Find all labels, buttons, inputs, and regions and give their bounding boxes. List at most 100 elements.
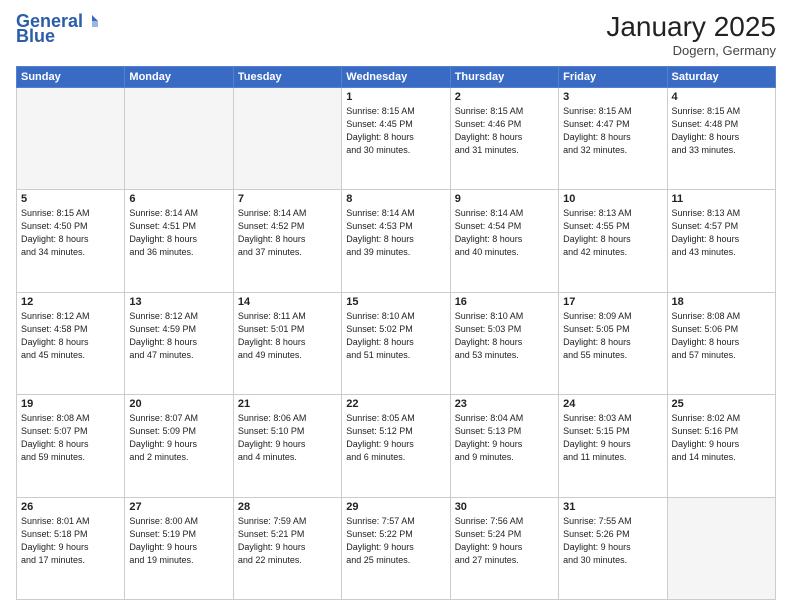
day-cell: 4 Sunrise: 8:15 AM Sunset: 4:48 PM Daylig… <box>667 87 775 189</box>
day-number: 14 <box>238 296 337 308</box>
day-info: Sunrise: 8:12 AM Sunset: 4:58 PM Dayligh… <box>21 310 120 362</box>
day-number: 13 <box>129 296 228 308</box>
day-info: Sunrise: 8:14 AM Sunset: 4:53 PM Dayligh… <box>346 207 445 259</box>
day-number: 1 <box>346 91 445 103</box>
day-number: 23 <box>455 398 554 410</box>
day-cell: 31 Sunrise: 7:55 AM Sunset: 5:26 PM Dayli… <box>559 497 667 599</box>
day-info: Sunrise: 7:57 AM Sunset: 5:22 PM Dayligh… <box>346 515 445 567</box>
day-number: 26 <box>21 501 120 513</box>
day-cell: 16 Sunrise: 8:10 AM Sunset: 5:03 PM Dayli… <box>450 292 558 394</box>
day-info: Sunrise: 8:08 AM Sunset: 5:06 PM Dayligh… <box>672 310 771 362</box>
day-number: 22 <box>346 398 445 410</box>
day-info: Sunrise: 8:02 AM Sunset: 5:16 PM Dayligh… <box>672 412 771 464</box>
day-info: Sunrise: 7:55 AM Sunset: 5:26 PM Dayligh… <box>563 515 662 567</box>
day-info: Sunrise: 8:09 AM Sunset: 5:05 PM Dayligh… <box>563 310 662 362</box>
day-number: 10 <box>563 193 662 205</box>
day-cell: 27 Sunrise: 8:00 AM Sunset: 5:19 PM Dayli… <box>125 497 233 599</box>
day-cell: 23 Sunrise: 8:04 AM Sunset: 5:13 PM Dayli… <box>450 395 558 497</box>
day-number: 27 <box>129 501 228 513</box>
day-cell <box>233 87 341 189</box>
day-info: Sunrise: 8:10 AM Sunset: 5:03 PM Dayligh… <box>455 310 554 362</box>
day-info: Sunrise: 8:05 AM Sunset: 5:12 PM Dayligh… <box>346 412 445 464</box>
day-info: Sunrise: 8:15 AM Sunset: 4:48 PM Dayligh… <box>672 105 771 157</box>
day-cell: 14 Sunrise: 8:11 AM Sunset: 5:01 PM Dayli… <box>233 292 341 394</box>
day-cell: 5 Sunrise: 8:15 AM Sunset: 4:50 PM Daylig… <box>17 190 125 292</box>
day-cell <box>125 87 233 189</box>
day-cell: 17 Sunrise: 8:09 AM Sunset: 5:05 PM Dayli… <box>559 292 667 394</box>
day-number: 28 <box>238 501 337 513</box>
day-cell: 2Sunrise: 8:15 AM Sunset: 4:46 PM Daylig… <box>450 87 558 189</box>
day-cell: 20Sunrise: 8:07 AM Sunset: 5:09 PM Dayli… <box>125 395 233 497</box>
day-info: Sunrise: 8:12 AM Sunset: 4:59 PM Dayligh… <box>129 310 228 362</box>
weekday-wednesday: Wednesday <box>342 66 450 87</box>
weekday-thursday: Thursday <box>450 66 558 87</box>
month-title: January 2025 <box>606 12 776 43</box>
week-row-3: 19 Sunrise: 8:08 AM Sunset: 5:07 PM Dayli… <box>17 395 776 497</box>
day-cell: 10 Sunrise: 8:13 AM Sunset: 4:55 PM Dayli… <box>559 190 667 292</box>
day-number: 5 <box>21 193 120 205</box>
weekday-saturday: Saturday <box>667 66 775 87</box>
page: General Blue January 2025 Dogern, German… <box>0 0 792 612</box>
day-info: Sunrise: 8:04 AM Sunset: 5:13 PM Dayligh… <box>455 412 554 464</box>
day-number: 19 <box>21 398 120 410</box>
day-cell: 28Sunrise: 7:59 AM Sunset: 5:21 PM Dayli… <box>233 497 341 599</box>
day-info: Sunrise: 8:14 AM Sunset: 4:52 PM Dayligh… <box>238 207 337 259</box>
day-info: Sunrise: 8:15 AM Sunset: 4:47 PM Dayligh… <box>563 105 662 157</box>
day-cell: 25 Sunrise: 8:02 AM Sunset: 5:16 PM Dayli… <box>667 395 775 497</box>
day-number: 29 <box>346 501 445 513</box>
day-info: Sunrise: 8:14 AM Sunset: 4:54 PM Dayligh… <box>455 207 554 259</box>
day-number: 18 <box>672 296 771 308</box>
day-number: 25 <box>672 398 771 410</box>
day-number: 21 <box>238 398 337 410</box>
week-row-2: 12 Sunrise: 8:12 AM Sunset: 4:58 PM Dayli… <box>17 292 776 394</box>
day-cell: 12 Sunrise: 8:12 AM Sunset: 4:58 PM Dayli… <box>17 292 125 394</box>
day-cell: 18 Sunrise: 8:08 AM Sunset: 5:06 PM Dayli… <box>667 292 775 394</box>
day-info: Sunrise: 8:08 AM Sunset: 5:07 PM Dayligh… <box>21 412 120 464</box>
day-number: 16 <box>455 296 554 308</box>
logo-blue: Blue <box>16 26 55 47</box>
logo: General Blue <box>16 12 101 47</box>
day-info: Sunrise: 8:13 AM Sunset: 4:55 PM Dayligh… <box>563 207 662 259</box>
day-info: Sunrise: 8:01 AM Sunset: 5:18 PM Dayligh… <box>21 515 120 567</box>
day-info: Sunrise: 7:56 AM Sunset: 5:24 PM Dayligh… <box>455 515 554 567</box>
day-cell: 26 Sunrise: 8:01 AM Sunset: 5:18 PM Dayli… <box>17 497 125 599</box>
day-number: 6 <box>129 193 228 205</box>
day-cell: 22 Sunrise: 8:05 AM Sunset: 5:12 PM Dayli… <box>342 395 450 497</box>
day-info: Sunrise: 8:15 AM Sunset: 4:46 PM Dayligh… <box>455 105 554 157</box>
weekday-tuesday: Tuesday <box>233 66 341 87</box>
day-cell: 30 Sunrise: 7:56 AM Sunset: 5:24 PM Dayli… <box>450 497 558 599</box>
day-number: 7 <box>238 193 337 205</box>
day-cell: 21 Sunrise: 8:06 AM Sunset: 5:10 PM Dayli… <box>233 395 341 497</box>
day-info: Sunrise: 8:14 AM Sunset: 4:51 PM Dayligh… <box>129 207 228 259</box>
day-cell <box>17 87 125 189</box>
day-cell: 19 Sunrise: 8:08 AM Sunset: 5:07 PM Dayli… <box>17 395 125 497</box>
day-cell: 8 Sunrise: 8:14 AM Sunset: 4:53 PM Daylig… <box>342 190 450 292</box>
day-number: 4 <box>672 91 771 103</box>
day-info: Sunrise: 8:11 AM Sunset: 5:01 PM Dayligh… <box>238 310 337 362</box>
day-number: 9 <box>455 193 554 205</box>
day-cell <box>667 497 775 599</box>
day-number: 31 <box>563 501 662 513</box>
weekday-sunday: Sunday <box>17 66 125 87</box>
day-number: 30 <box>455 501 554 513</box>
day-number: 3 <box>563 91 662 103</box>
day-cell: 3 Sunrise: 8:15 AM Sunset: 4:47 PM Daylig… <box>559 87 667 189</box>
day-number: 17 <box>563 296 662 308</box>
logo-icon <box>84 13 100 29</box>
day-cell: 15 Sunrise: 8:10 AM Sunset: 5:02 PM Dayli… <box>342 292 450 394</box>
day-info: Sunrise: 8:06 AM Sunset: 5:10 PM Dayligh… <box>238 412 337 464</box>
day-info: Sunrise: 8:10 AM Sunset: 5:02 PM Dayligh… <box>346 310 445 362</box>
day-info: Sunrise: 8:13 AM Sunset: 4:57 PM Dayligh… <box>672 207 771 259</box>
calendar-table: SundayMondayTuesdayWednesdayThursdayFrid… <box>16 66 776 600</box>
location: Dogern, Germany <box>606 43 776 58</box>
day-cell: 29 Sunrise: 7:57 AM Sunset: 5:22 PM Dayli… <box>342 497 450 599</box>
day-info: Sunrise: 8:15 AM Sunset: 4:50 PM Dayligh… <box>21 207 120 259</box>
day-number: 12 <box>21 296 120 308</box>
day-cell: 11 Sunrise: 8:13 AM Sunset: 4:57 PM Dayli… <box>667 190 775 292</box>
day-number: 11 <box>672 193 771 205</box>
weekday-header-row: SundayMondayTuesdayWednesdayThursdayFrid… <box>17 66 776 87</box>
day-cell: 7 Sunrise: 8:14 AM Sunset: 4:52 PM Daylig… <box>233 190 341 292</box>
day-info: Sunrise: 8:00 AM Sunset: 5:19 PM Dayligh… <box>129 515 228 567</box>
day-number: 15 <box>346 296 445 308</box>
day-number: 8 <box>346 193 445 205</box>
